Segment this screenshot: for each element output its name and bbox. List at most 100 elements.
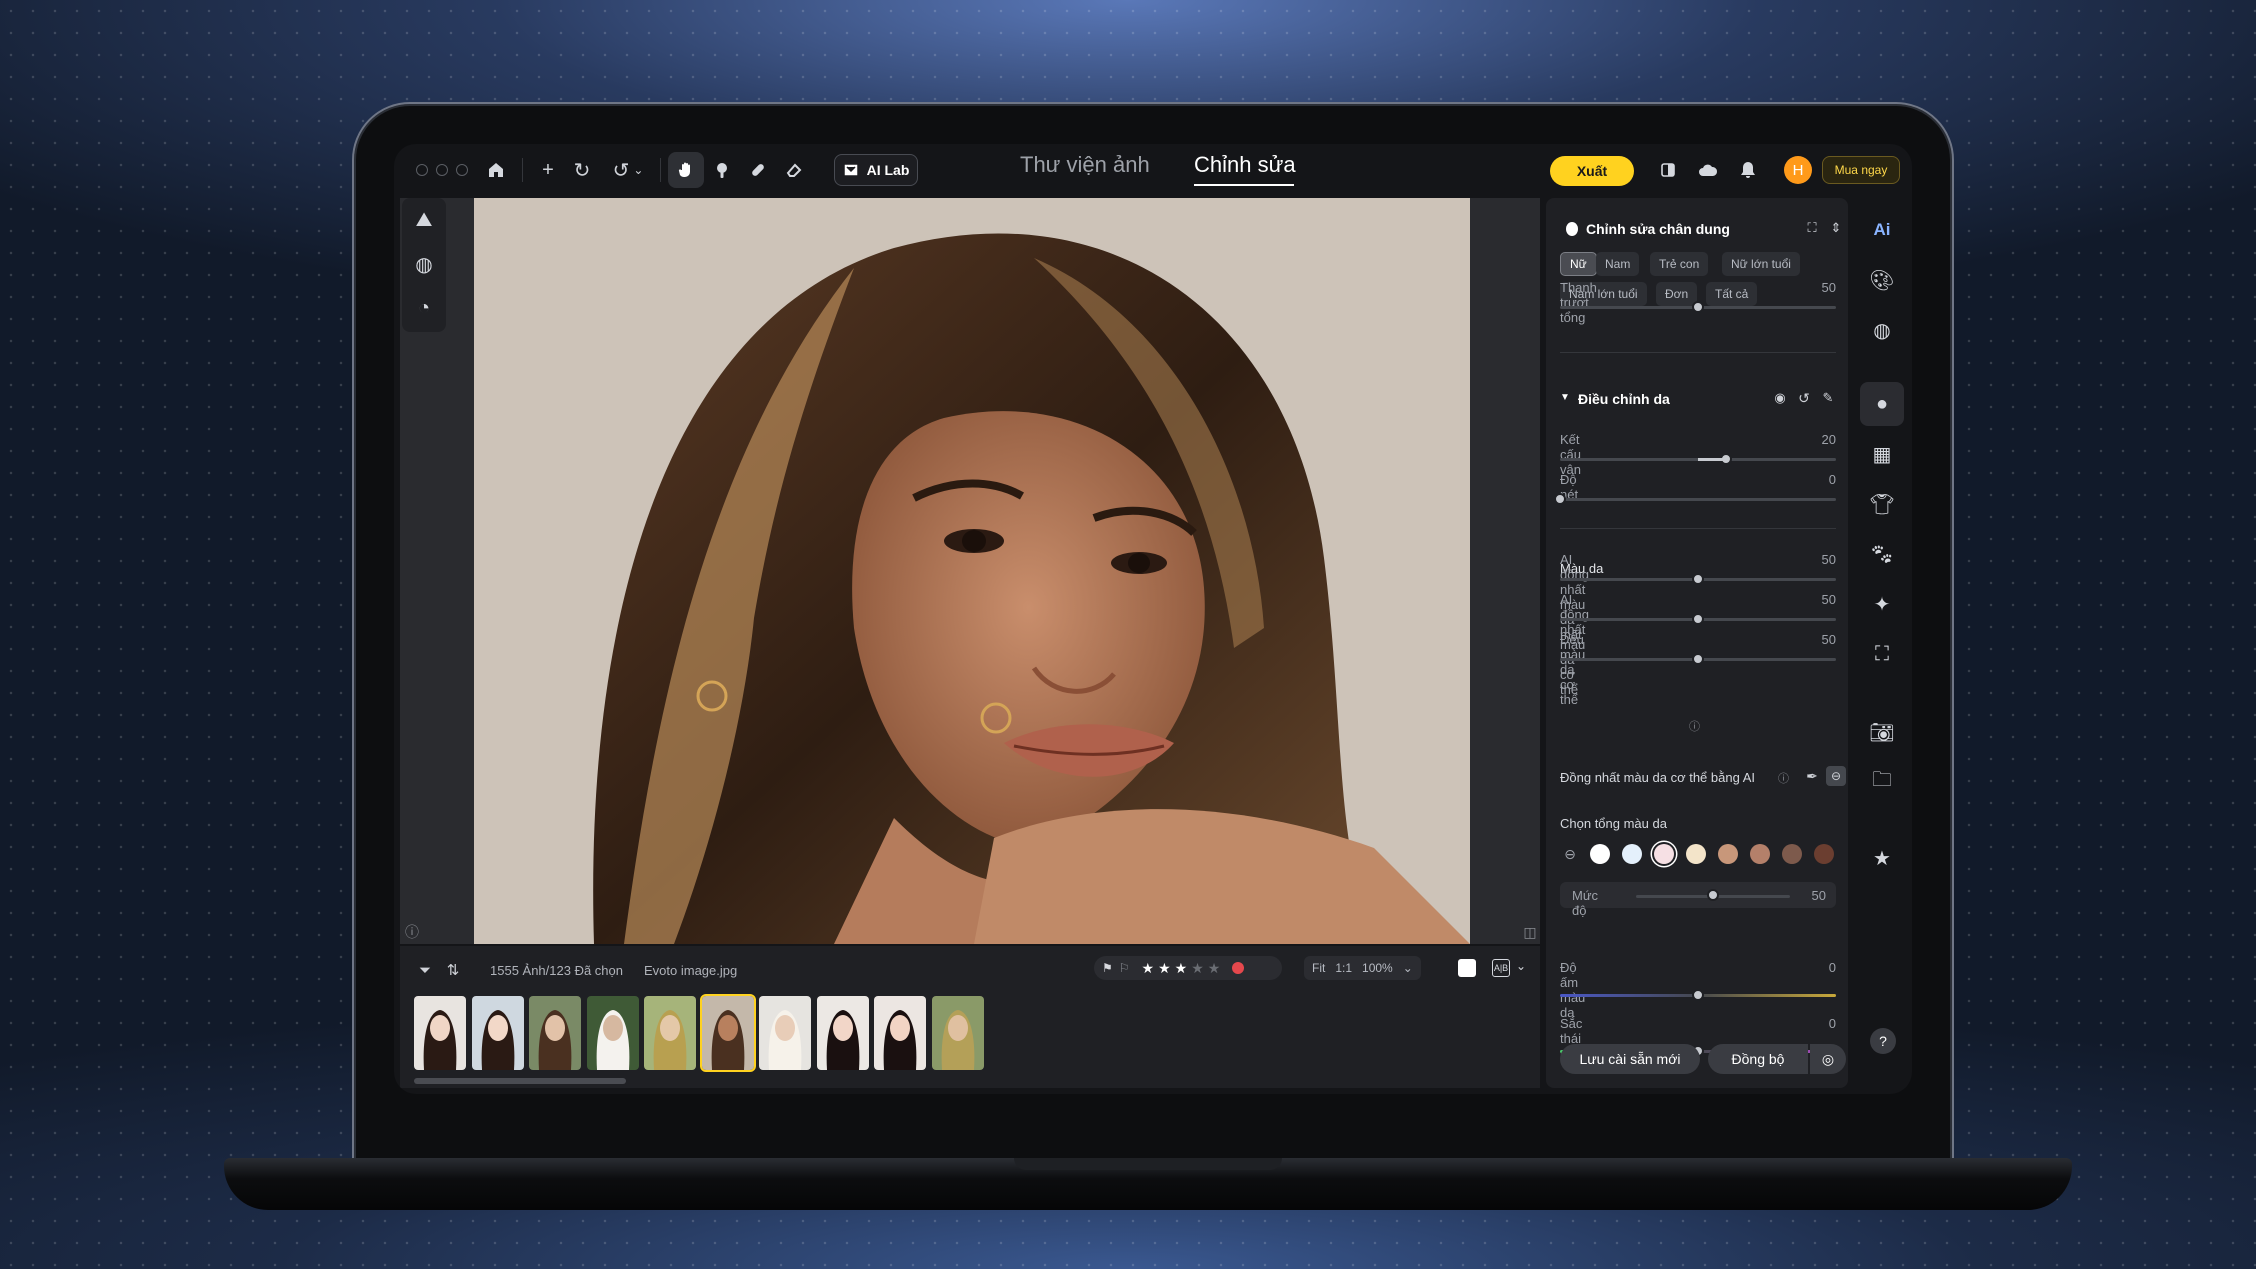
cloud-button[interactable] [1690,152,1726,188]
thumbnail[interactable] [529,996,581,1070]
star-icon[interactable]: ★ [1191,960,1204,977]
crop-button[interactable]: ⛶ [1860,632,1904,676]
thumbnail[interactable] [699,994,756,1072]
thumbnail[interactable] [874,996,926,1070]
skin-tone-swatch[interactable] [1750,844,1770,864]
thumbnail[interactable] [816,996,869,1070]
chip-female[interactable]: Nữ [1560,252,1597,276]
slider-knob[interactable] [1692,301,1704,313]
slider-value[interactable]: 0 [1796,1016,1836,1031]
split-view-button[interactable]: ◫ [1518,920,1542,944]
compare-button[interactable] [1650,152,1686,188]
history-button[interactable]: ◔ [402,286,446,330]
sync-settings-button[interactable]: ◎ [1810,1044,1846,1074]
pet-button[interactable]: 🐾︎ [1860,532,1904,576]
skin-tone-swatch[interactable] [1782,844,1802,864]
slider-value[interactable]: 0 [1796,472,1836,487]
filmstrip-scrollbar[interactable] [414,1078,626,1084]
toggle-visibility-button[interactable]: ◉ [1770,388,1790,408]
window-zoom-button[interactable] [456,164,468,176]
color-label-dot[interactable] [1232,962,1245,974]
thumbnail[interactable] [931,996,984,1070]
window-close-button[interactable] [416,164,428,176]
effects-button[interactable]: ✦ [1860,582,1904,626]
collapse-triangle-icon[interactable]: ▼ [1560,392,1570,403]
brush-tool-button[interactable] [704,152,740,188]
fit-button[interactable]: Fit [1312,961,1325,975]
star-icon[interactable]: ★ [1175,960,1188,977]
no-tone-swatch[interactable]: ⊖ [1560,844,1580,864]
tab-edit[interactable]: Chỉnh sửa [1194,152,1296,178]
window-minimize-button[interactable] [436,164,448,176]
eraser-tool-button[interactable] [776,152,812,188]
tab-library[interactable]: Thư viện ảnh [1020,152,1150,178]
help-button[interactable]: ? [1870,1028,1896,1054]
unflag-icon[interactable]: ⚐ [1119,961,1130,975]
slider-knob[interactable] [1707,889,1719,901]
slider-knob[interactable] [1554,493,1566,505]
favorites-button[interactable]: ★ [1860,836,1904,880]
ai-lab-button[interactable]: AI Lab [834,154,918,186]
slider-value[interactable]: 50 [1786,888,1826,903]
ai-body-unify-toggle[interactable]: ⊖ [1826,766,1846,786]
portrait-button[interactable]: ● [1860,382,1904,426]
disable-skin-button[interactable]: ✎ [1818,388,1838,408]
eyedropper-button[interactable]: ✒ [1802,766,1822,786]
chip-all[interactable]: Tất cả [1706,282,1758,306]
skin-tone-swatch[interactable] [1654,844,1674,864]
skin-tone-swatch[interactable] [1814,844,1834,864]
buy-now-button[interactable]: Mua ngay [1822,156,1900,184]
sync-button[interactable]: Đồng bộ [1708,1044,1808,1074]
face-detect-button[interactable]: ⛶ [1802,218,1822,238]
clothing-button[interactable]: 👕︎ [1860,482,1904,526]
slider-knob[interactable] [1692,573,1704,585]
noise-filter-button[interactable]: ◍ [402,242,446,286]
thumbnail[interactable] [586,996,639,1070]
before-after-button[interactable]: A|B [1492,959,1510,977]
skin-tone-swatch[interactable] [1622,844,1642,864]
star-rating[interactable]: ★ ★ ★ ★ ★ [1142,960,1221,977]
notification-button[interactable] [1730,152,1766,188]
folder-button[interactable]: 🗀 [1860,760,1904,804]
slider-value[interactable]: 50 [1796,632,1836,647]
texture-button[interactable]: ◍ [1860,308,1904,352]
zoom-level-select[interactable]: 100% [1362,961,1393,975]
slider-knob[interactable] [1692,613,1704,625]
star-icon[interactable]: ★ [1142,960,1155,977]
thumbnail[interactable] [644,996,696,1070]
chip-child[interactable]: Trẻ con [1650,252,1709,276]
export-button[interactable]: Xuất [1550,156,1634,186]
slider-value[interactable]: 0 [1796,960,1836,975]
sort-button[interactable]: ⇅ [442,959,464,981]
save-preset-button[interactable]: Lưu cài sẵn mới [1560,1044,1700,1074]
star-icon[interactable]: ★ [1158,960,1171,977]
skin-tone-swatch[interactable] [1686,844,1706,864]
help-circle-icon[interactable]: ⓘ [1778,770,1789,786]
view-mode-chevron-icon[interactable]: ⌄ [1516,959,1526,973]
star-icon[interactable]: ★ [1208,960,1221,977]
one-to-one-button[interactable]: 1:1 [1335,961,1352,975]
bandage-tool-button[interactable] [740,152,776,188]
hand-tool-button[interactable] [668,152,704,188]
add-button[interactable]: + [530,152,566,188]
redo-ai-button[interactable]: ↻ [564,152,600,188]
image-adjust-button[interactable]: ⛰ [402,198,446,242]
slider-value[interactable]: 50 [1796,592,1836,607]
thumbnail[interactable] [471,996,524,1070]
camera-button[interactable]: 📷︎ [1860,710,1904,754]
slider-value[interactable]: 50 [1796,280,1836,295]
info-button[interactable]: ⓘ [400,920,424,944]
slider-knob[interactable] [1692,653,1704,665]
background-button[interactable]: ▦ [1860,432,1904,476]
reset-portrait-button[interactable]: ⇕ [1826,218,1846,238]
home-button[interactable] [478,152,514,188]
slider-value[interactable]: 20 [1796,432,1836,447]
skin-tone-swatch[interactable] [1718,844,1738,864]
skin-tone-swatch[interactable] [1590,844,1610,864]
reset-skin-button[interactable]: ↺ [1794,388,1814,408]
portrait-photo[interactable] [474,198,1470,944]
slider-value[interactable]: 50 [1796,552,1836,567]
help-circle-icon[interactable]: ⓘ [1689,718,1700,734]
chip-single[interactable]: Đơn [1656,282,1698,306]
slider-knob[interactable] [1692,989,1704,1001]
